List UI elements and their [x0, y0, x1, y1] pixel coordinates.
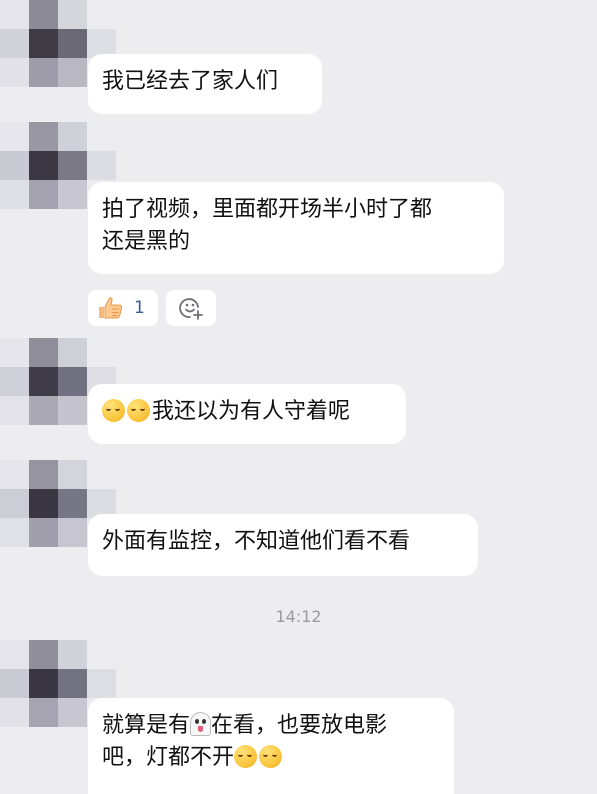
message-bubble[interactable]: 就算是有 在看，也要放电影 吧，灯都不开: [88, 698, 454, 794]
message-text-line: 还是黑的: [102, 229, 191, 254]
message-text-line: 拍了视频，里面都开场半小时了都: [102, 197, 433, 222]
smiling-emoji-icon: [127, 399, 150, 422]
smiling-emoji-icon: [234, 745, 258, 768]
message-bubble[interactable]: 我已经去了家人们: [88, 54, 322, 114]
like-reaction[interactable]: 1: [88, 290, 158, 326]
message-text: 我还以为有人守着呢: [152, 399, 351, 424]
message-bubble[interactable]: 我还以为有人守着呢: [88, 384, 406, 444]
message-text-line: 吧，灯都不开: [102, 742, 440, 774]
message-text-line: 就算是有 在看，也要放电影: [102, 710, 440, 742]
message-text: 吧，灯都不开: [102, 745, 235, 770]
timestamp: 14:12: [275, 607, 322, 626]
smiling-emoji-icon: [259, 745, 283, 768]
message-text: 在看，也要放电影: [211, 713, 388, 738]
like-count: 1: [134, 298, 145, 318]
message-text: 我已经去了家人们: [102, 69, 279, 94]
message-bubble[interactable]: 外面有监控，不知道他们看不看: [88, 514, 478, 576]
add-reaction-button[interactable]: [166, 290, 216, 326]
add-emoji-icon: [179, 298, 203, 320]
ghost-emoji-icon: [190, 712, 212, 736]
smiling-emoji-icon: [102, 399, 125, 422]
thumbs-up-icon: [99, 297, 123, 319]
message-bubble[interactable]: 拍了视频，里面都开场半小时了都 还是黑的: [88, 182, 504, 274]
message-text: 就算是有: [102, 713, 191, 738]
message-text: 外面有监控，不知道他们看不看: [102, 529, 411, 554]
